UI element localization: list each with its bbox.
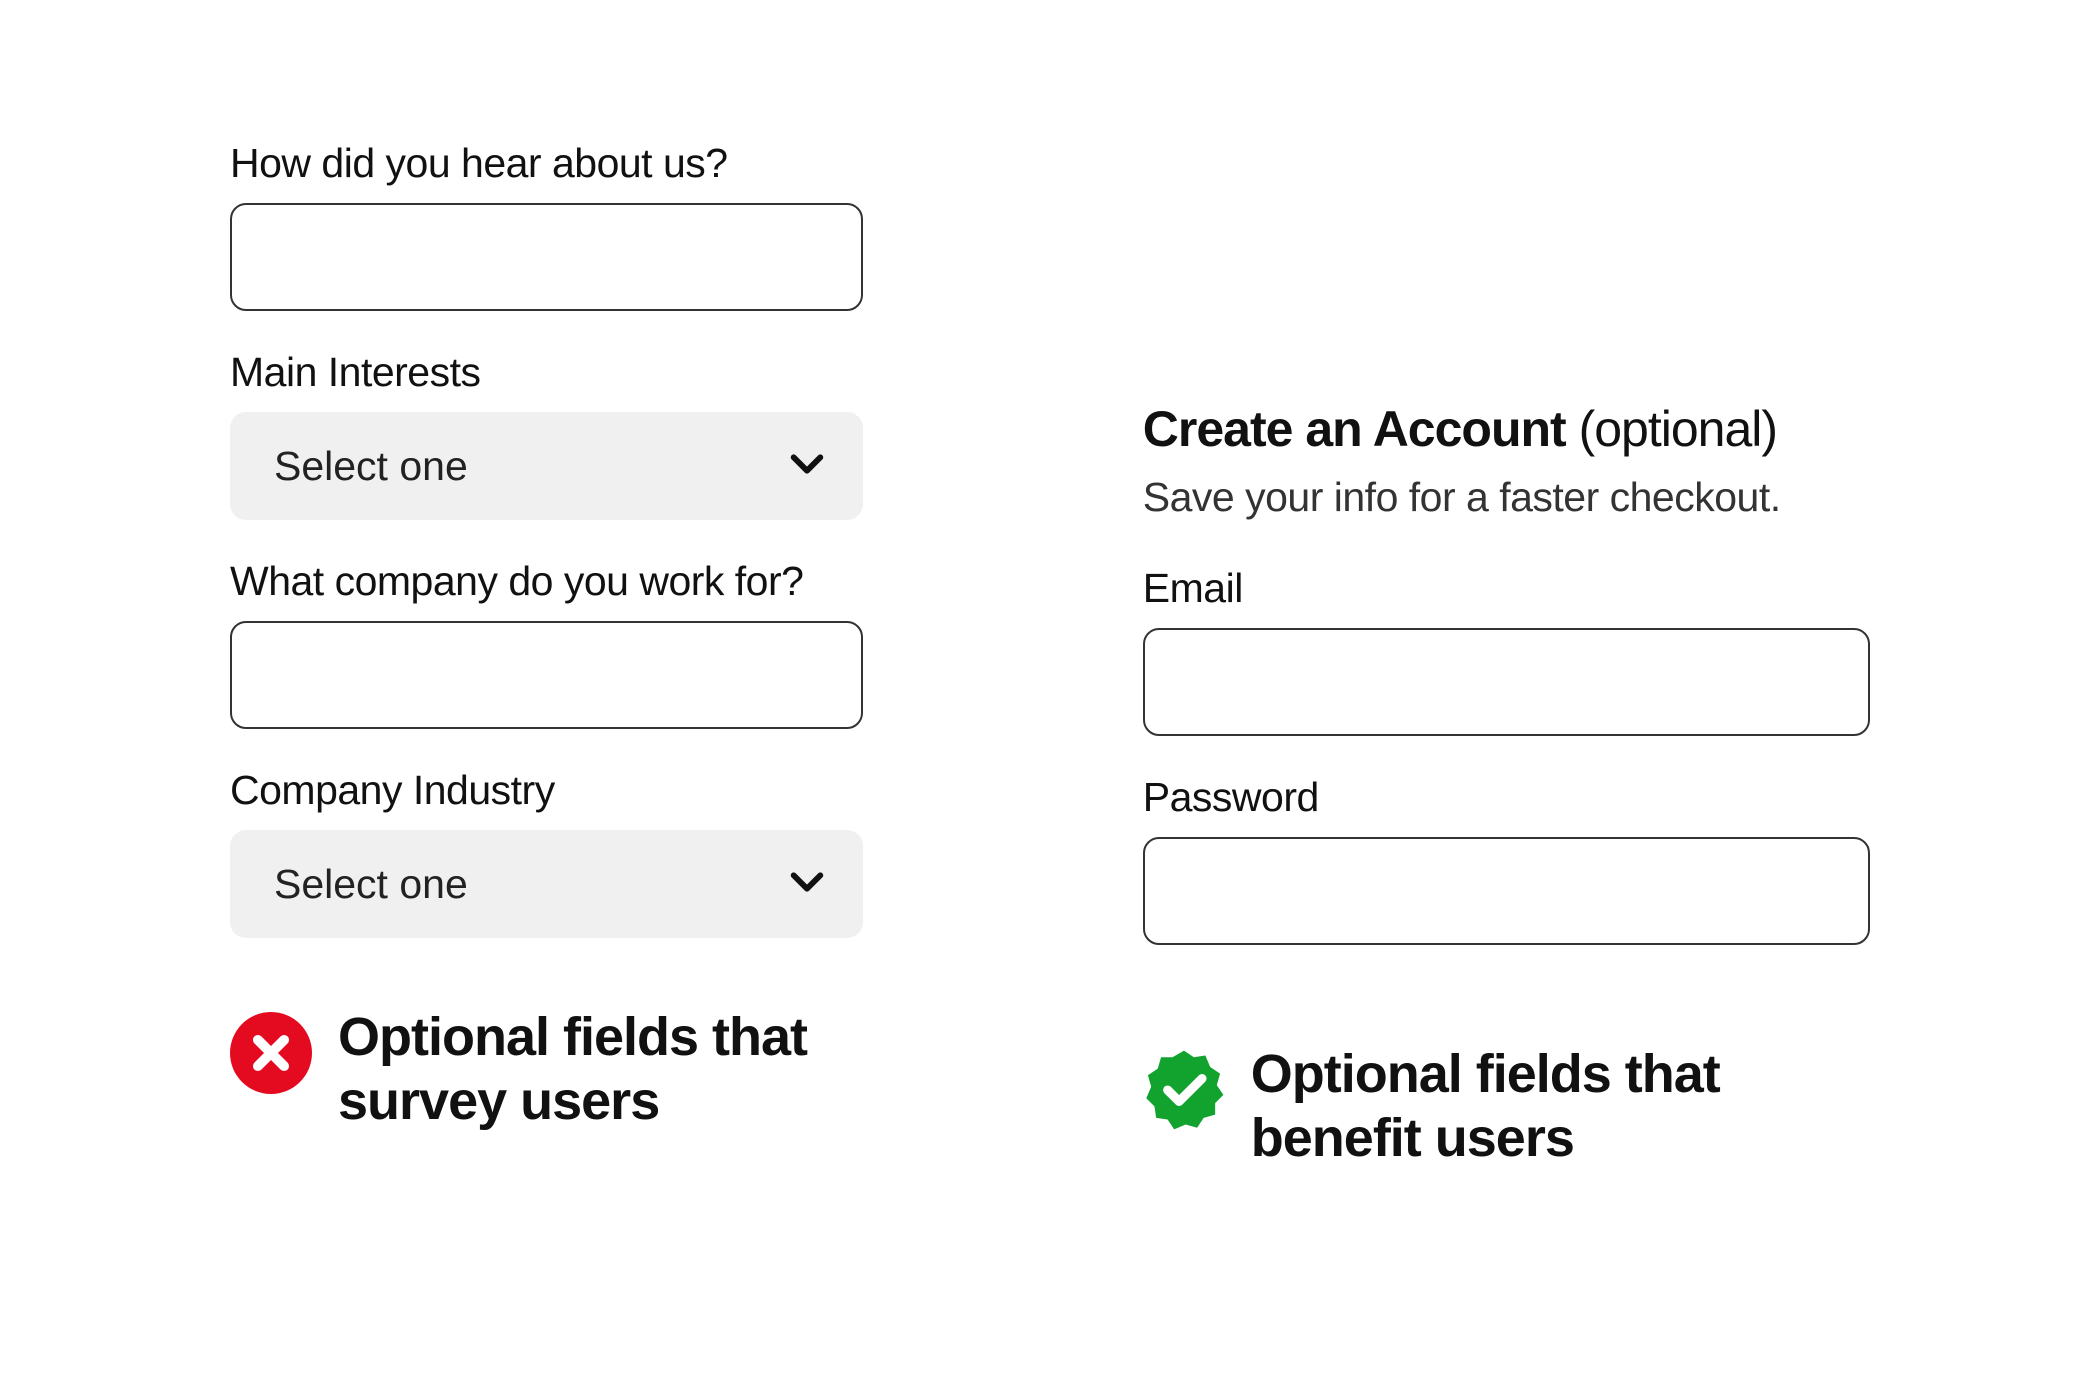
industry-label: Company Industry xyxy=(230,767,863,814)
industry-field: Company Industry Select one xyxy=(230,767,863,938)
password-input[interactable] xyxy=(1143,837,1870,945)
hear-about-input[interactable] xyxy=(230,203,863,311)
create-account-subheading: Save your info for a faster checkout. xyxy=(1143,474,1870,521)
bad-callout: Optional fields that survey users xyxy=(230,1006,863,1133)
good-callout-text: Optional fields that benefit users xyxy=(1251,1043,1870,1170)
x-circle-icon xyxy=(230,1012,312,1094)
bad-callout-text: Optional fields that survey users xyxy=(338,1006,863,1133)
interests-select[interactable]: Select one xyxy=(230,412,863,520)
hear-about-label: How did you hear about us? xyxy=(230,140,863,187)
password-field: Password xyxy=(1143,774,1870,945)
interests-field: Main Interests Select one xyxy=(230,349,863,520)
industry-select[interactable]: Select one xyxy=(230,830,863,938)
chevron-down-icon xyxy=(787,444,827,489)
interests-label: Main Interests xyxy=(230,349,863,396)
create-account-heading: Create an Account (optional) xyxy=(1143,400,1870,458)
email-label: Email xyxy=(1143,565,1870,612)
good-example-column: Create an Account (optional) Save your i… xyxy=(1143,140,1870,1400)
email-field: Email xyxy=(1143,565,1870,736)
company-label: What company do you work for? xyxy=(230,558,863,605)
hear-about-field: How did you hear about us? xyxy=(230,140,863,311)
bad-example-column: How did you hear about us? Main Interest… xyxy=(230,140,863,1400)
good-callout: Optional fields that benefit users xyxy=(1143,1043,1870,1170)
check-badge-icon xyxy=(1143,1049,1225,1131)
company-field: What company do you work for? xyxy=(230,558,863,729)
password-label: Password xyxy=(1143,774,1870,821)
email-input[interactable] xyxy=(1143,628,1870,736)
interests-selected-value: Select one xyxy=(274,443,468,490)
industry-selected-value: Select one xyxy=(274,861,468,908)
company-input[interactable] xyxy=(230,621,863,729)
heading-optional-part: (optional) xyxy=(1566,401,1777,457)
chevron-down-icon xyxy=(787,862,827,907)
heading-bold-part: Create an Account xyxy=(1143,401,1566,457)
